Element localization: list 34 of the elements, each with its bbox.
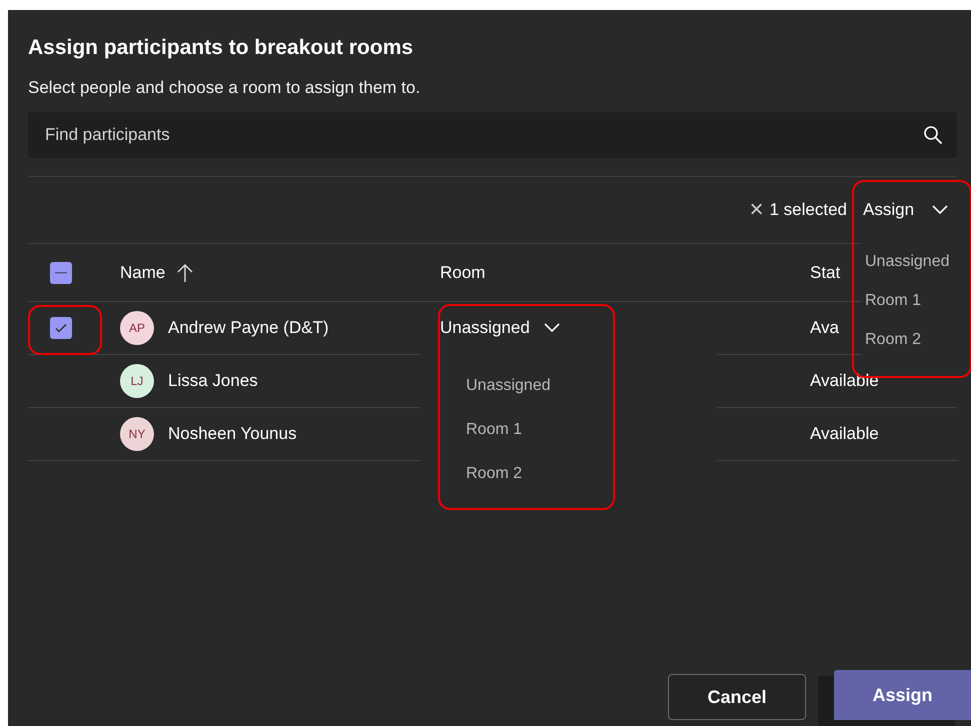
chevron-down-icon <box>932 205 948 215</box>
participant-name: Andrew Payne (D&T) <box>168 318 329 338</box>
participant-name: Nosheen Younus <box>168 424 297 444</box>
assign-button[interactable]: Assign <box>834 670 971 720</box>
search-field[interactable]: Find participants <box>28 112 957 158</box>
room-dropdown[interactable]: Unassigned <box>440 318 560 338</box>
status-text: Ava <box>810 318 840 338</box>
dialog-title: Assign participants to breakout rooms <box>28 36 414 60</box>
cancel-button[interactable]: Cancel <box>668 674 806 720</box>
menu-item[interactable]: Room 2 <box>861 320 971 359</box>
menu-item[interactable]: Room 2 <box>462 452 717 496</box>
select-all-checkbox[interactable] <box>50 262 72 284</box>
menu-item[interactable]: Room 1 <box>462 408 717 452</box>
column-header[interactable]: Name <box>120 262 166 282</box>
menu-item[interactable]: Room 1 <box>861 281 971 320</box>
avatar: NY <box>120 417 154 451</box>
check-icon <box>54 321 68 335</box>
dash-icon <box>55 272 67 274</box>
checkbox[interactable] <box>50 317 72 339</box>
status-text: Available <box>810 424 880 444</box>
column-header[interactable]: Stat <box>810 262 840 282</box>
avatar: AP <box>120 311 154 345</box>
column-header[interactable]: Room <box>440 262 486 282</box>
avatar: LJ <box>120 364 154 398</box>
dialog-subtitle: Select people and choose a room to assign them to. <box>28 78 422 98</box>
status-text: Available <box>810 371 880 391</box>
participant-name: Lissa Jones <box>168 371 258 391</box>
chevron-down-icon <box>544 323 560 333</box>
menu-item[interactable]: Unassigned <box>462 364 717 408</box>
assign-dropdown[interactable]: Assign <box>857 200 954 220</box>
menu-item[interactable]: Unassigned <box>861 242 971 281</box>
selection-count: 1 selected <box>770 200 847 220</box>
clear-selection-icon[interactable]: × <box>749 198 764 222</box>
search-icon[interactable] <box>923 125 943 145</box>
